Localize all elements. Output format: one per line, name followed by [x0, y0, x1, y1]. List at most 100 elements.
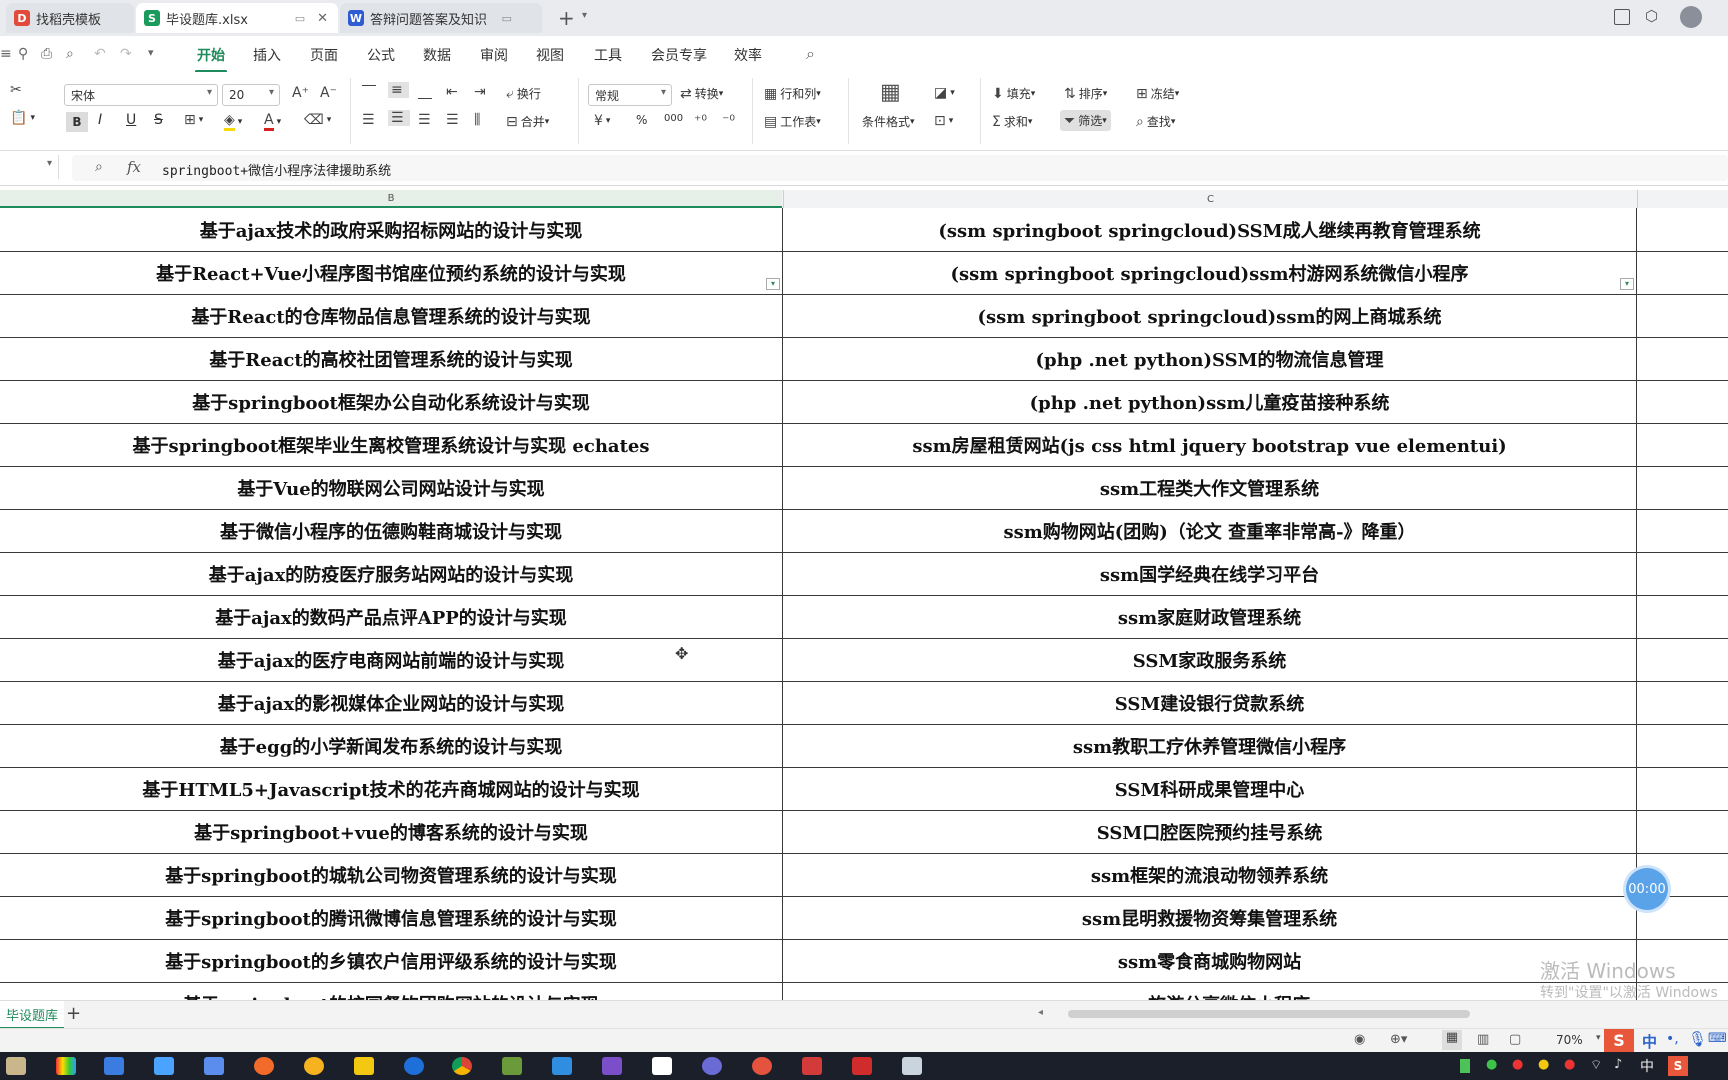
menu-icon[interactable]: ≡: [0, 46, 12, 62]
cell-b[interactable]: 基于springboot的校园餐饮团购网站的设计与实现: [0, 982, 782, 1001]
chrome-icon[interactable]: [452, 1057, 472, 1075]
cell-b[interactable]: 基于React的高校社团管理系统的设计与实现: [0, 337, 782, 380]
worksheet-button[interactable]: ▤ 工作表 ▾: [764, 113, 821, 130]
cell-b[interactable]: 基于springboot的腾讯微博信息管理系统的设计与实现: [0, 896, 782, 939]
justify-icon[interactable]: ☰: [446, 112, 462, 128]
increase-decimal-icon[interactable]: ⁺⁰: [694, 113, 710, 129]
app-icon[interactable]: [304, 1057, 324, 1075]
cell-c[interactable]: (ssm springboot springcloud)SSM成人继续再教育管理…: [783, 208, 1636, 251]
merge-button[interactable]: ⊟ 合并 ▾: [506, 113, 549, 130]
font-size-select[interactable]: 20 ▾: [222, 84, 280, 106]
align-left-icon[interactable]: ☰: [362, 112, 378, 128]
link-icon[interactable]: ⚲: [18, 46, 28, 62]
cell-c[interactable]: SSM科研成果管理中心: [783, 767, 1636, 810]
ime-indicator[interactable]: 中: [1640, 1056, 1654, 1076]
target-icon[interactable]: ⊕▾: [1390, 1032, 1407, 1047]
tab-template[interactable]: D 找稻壳模板: [6, 3, 134, 33]
tab-spreadsheet[interactable]: S 毕设题库.xlsx ▭ ✕: [136, 3, 338, 33]
app-icon[interactable]: [56, 1057, 76, 1075]
cell-b[interactable]: 基于Vue的物联网公司网站设计与实现: [0, 466, 782, 509]
wrap-text-button[interactable]: ⤶ 换行: [506, 85, 541, 102]
sort-button[interactable]: ⇅ 排序 ▾: [1064, 85, 1107, 102]
column-header-c[interactable]: C: [783, 190, 1638, 208]
wifi-icon[interactable]: ⌔: [1590, 1057, 1602, 1073]
cell-c[interactable]: ssm教职工疗休养管理微信小程序: [783, 724, 1636, 767]
normal-view-icon[interactable]: ▦: [1442, 1030, 1462, 1050]
cell-c[interactable]: ssm房屋租赁网站(js css html jquery bootstrap v…: [783, 423, 1636, 466]
border-icon[interactable]: ⊞ ▾: [184, 112, 203, 128]
ime-logo-icon[interactable]: S: [1604, 1029, 1634, 1053]
cell-b[interactable]: 基于ajax的医疗电商网站前端的设计与实现: [0, 638, 782, 681]
wps-icon[interactable]: [852, 1057, 872, 1075]
freeze-button[interactable]: ⊞ 冻结 ▾: [1136, 85, 1179, 102]
page-view-icon[interactable]: ▥: [1477, 1032, 1489, 1047]
menu-review[interactable]: 审阅: [480, 45, 508, 65]
menu-data[interactable]: 数据: [423, 45, 451, 65]
punctuation-icon[interactable]: •,: [1666, 1031, 1679, 1047]
close-icon[interactable]: ✕: [317, 11, 328, 26]
app-icon[interactable]: [752, 1057, 772, 1075]
conditional-format-button[interactable]: 条件格式 ▾: [862, 113, 915, 130]
cell-b[interactable]: 基于springboot的城轨公司物资管理系统的设计与实现: [0, 853, 782, 896]
zoom-formula-icon[interactable]: ⌕: [95, 159, 103, 175]
app-icon[interactable]: [354, 1057, 374, 1075]
layout-icon[interactable]: [1614, 9, 1630, 25]
function-icon[interactable]: fx: [127, 158, 141, 176]
redo-icon[interactable]: ↷: [120, 46, 132, 62]
tray-icon[interactable]: ●: [1564, 1057, 1575, 1072]
wechat-icon[interactable]: ●: [1486, 1057, 1497, 1072]
indent-decrease-icon[interactable]: ⇤: [446, 84, 461, 100]
preview-icon[interactable]: ⌕: [66, 46, 74, 62]
menu-view[interactable]: 视图: [536, 45, 564, 65]
sum-button[interactable]: Σ 求和 ▾: [992, 113, 1032, 130]
cell-c[interactable]: ssm购物网站(团购)（论文 查重率非常高-》降重）: [783, 509, 1636, 552]
app-icon[interactable]: [204, 1057, 224, 1075]
visual-studio-icon[interactable]: [602, 1057, 622, 1075]
cell-b[interactable]: 基于ajax的数码产品点评APP的设计与实现: [0, 595, 782, 638]
conditional-format-icon[interactable]: ▦: [880, 80, 901, 105]
app-icon[interactable]: [802, 1057, 822, 1075]
menu-tools[interactable]: 工具: [594, 45, 622, 65]
filter-dropdown-icon[interactable]: ▾: [766, 278, 780, 290]
paste-icon[interactable]: 📋 ▾: [10, 110, 35, 126]
sheet-tab[interactable]: 毕设题库: [0, 1001, 65, 1029]
break-view-icon[interactable]: ▢: [1509, 1032, 1521, 1047]
cell-b[interactable]: 基于HTML5+Javascript技术的花卉商城网站的设计与实现: [0, 767, 782, 810]
underline-button[interactable]: U: [126, 112, 136, 128]
monitor-icon[interactable]: ▭: [502, 12, 512, 25]
chevron-down-icon[interactable]: ▾: [148, 46, 154, 59]
chevron-down-icon[interactable]: ▾: [582, 10, 587, 21]
cell-b[interactable]: 基于ajax的防疫医疗服务站网站的设计与实现: [0, 552, 782, 595]
column-header-b[interactable]: B: [0, 190, 782, 208]
cell-b[interactable]: 基于egg的小学新闻发布系统的设计与实现: [0, 724, 782, 767]
menu-efficiency[interactable]: 效率: [734, 45, 762, 65]
font-grow-icon[interactable]: A⁺: [292, 85, 312, 101]
cell-b[interactable]: 基于ajax的影视媒体企业网站的设计与实现: [0, 681, 782, 724]
filter-dropdown-icon[interactable]: ▾: [1620, 278, 1634, 290]
cell-c[interactable]: ssm零食商城购物网站: [783, 939, 1636, 982]
formula-input[interactable]: springboot+微信小程序法律援助系统: [162, 160, 391, 179]
chevron-down-icon[interactable]: ▾: [47, 158, 52, 169]
cell-b[interactable]: 基于React的仓库物品信息管理系统的设计与实现: [0, 294, 782, 337]
zoom-level[interactable]: 70%: [1556, 1033, 1583, 1047]
app-icon[interactable]: [502, 1057, 522, 1075]
chevron-down-icon[interactable]: ▾: [1596, 1033, 1601, 1043]
record-timer[interactable]: 00:00: [1626, 868, 1668, 910]
cell-c[interactable]: ssm国学经典在线学习平台: [783, 552, 1636, 595]
align-bottom-icon[interactable]: ⎽: [418, 84, 435, 100]
font-shrink-icon[interactable]: A⁻: [320, 85, 340, 101]
print-icon[interactable]: ⎙: [41, 46, 52, 62]
cell-c[interactable]: SSM口腔医院预约挂号系统: [783, 810, 1636, 853]
spreadsheet-grid[interactable]: 基于ajax技术的政府采购招标网站的设计与实现 (ssm springboot s…: [0, 208, 1728, 1000]
avatar[interactable]: [1680, 6, 1702, 28]
bold-button[interactable]: B: [66, 112, 88, 132]
app-icon[interactable]: [154, 1057, 174, 1075]
tray-icon[interactable]: ●: [1538, 1057, 1549, 1072]
app-icon[interactable]: [404, 1057, 424, 1075]
menu-member[interactable]: 会员专享: [651, 45, 707, 65]
app-icon[interactable]: [652, 1057, 672, 1075]
thousands-button[interactable]: 000: [664, 113, 683, 124]
cell-c[interactable]: ssm家庭财政管理系统: [783, 595, 1636, 638]
cell-b[interactable]: 基于springboot+vue的博客系统的设计与实现: [0, 810, 782, 853]
eraser-icon[interactable]: ⌫ ▾: [304, 112, 331, 128]
